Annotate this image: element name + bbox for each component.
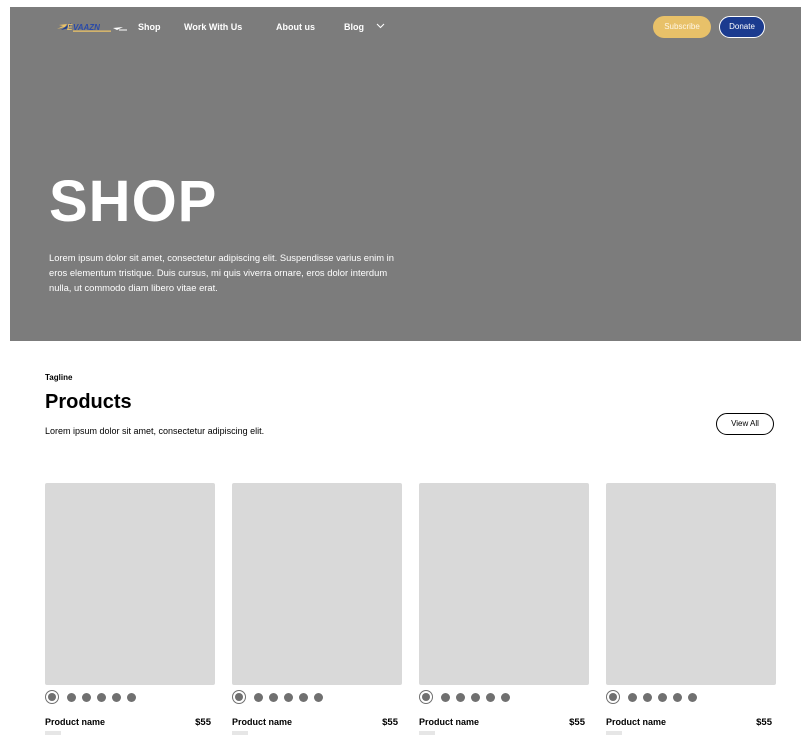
swatch[interactable] <box>643 693 652 702</box>
swatch[interactable] <box>269 693 278 702</box>
product-name[interactable]: Product name <box>45 717 105 727</box>
product-variant-text <box>45 731 61 735</box>
brand-logo[interactable]: E VAAZN <box>57 20 129 32</box>
product-name[interactable]: Product name <box>232 717 292 727</box>
hero-section: E VAAZN Shop Work With Us About us Blog … <box>10 7 801 341</box>
hero-description: Lorem ipsum dolor sit amet, consectetur … <box>49 252 394 293</box>
swatch[interactable] <box>628 693 637 702</box>
swatch[interactable] <box>82 693 91 702</box>
browser-frame: E VAAZN Shop Work With Us About us Blog … <box>0 0 801 737</box>
swatch[interactable] <box>471 693 480 702</box>
swatch-selected[interactable] <box>419 690 433 704</box>
top-navbar: E VAAZN Shop Work With Us About us Blog … <box>10 7 801 47</box>
swatch[interactable] <box>486 693 495 702</box>
product-name[interactable]: Product name <box>419 717 479 727</box>
subscribe-button[interactable]: Subscribe <box>653 16 711 38</box>
donate-button[interactable]: Donate <box>719 16 765 38</box>
nav-link-shop[interactable]: Shop <box>138 22 161 32</box>
nav-link-about-us[interactable]: About us <box>276 22 315 32</box>
color-swatches <box>419 690 589 706</box>
color-swatches <box>232 690 402 706</box>
swatch-selected[interactable] <box>45 690 59 704</box>
products-heading: Products <box>45 391 132 413</box>
product-card[interactable]: Product name $55 <box>606 483 776 737</box>
swatch[interactable] <box>501 693 510 702</box>
view-all-button[interactable]: View All <box>716 413 774 435</box>
product-image[interactable] <box>606 483 776 685</box>
swatch[interactable] <box>299 693 308 702</box>
swatch[interactable] <box>97 693 106 702</box>
nav-link-work-with-us[interactable]: Work With Us <box>184 22 242 32</box>
nav-link-blog[interactable]: Blog <box>344 22 364 32</box>
product-variant-text <box>419 731 435 735</box>
brand-logo-icon: E VAAZN <box>57 23 127 32</box>
swatch[interactable] <box>314 693 323 702</box>
product-price: $55 <box>756 717 772 728</box>
swatch[interactable] <box>441 693 450 702</box>
swatch[interactable] <box>673 693 682 702</box>
swatch[interactable] <box>254 693 263 702</box>
swatch[interactable] <box>67 693 76 702</box>
swatch[interactable] <box>284 693 293 702</box>
hero-title: SHOP <box>49 169 218 234</box>
chevron-down-icon[interactable] <box>376 21 385 30</box>
product-card[interactable]: Product name $55 <box>419 483 589 737</box>
product-name[interactable]: Product name <box>606 717 666 727</box>
color-swatches <box>45 690 215 706</box>
product-variant-text <box>232 731 248 735</box>
swatch[interactable] <box>688 693 697 702</box>
swatch-selected[interactable] <box>606 690 620 704</box>
product-price: $55 <box>195 717 211 728</box>
products-tagline: Tagline <box>45 373 73 382</box>
swatch[interactable] <box>112 693 121 702</box>
page: E VAAZN Shop Work With Us About us Blog … <box>10 7 801 737</box>
products-description: Lorem ipsum dolor sit amet, consectetur … <box>45 426 265 436</box>
product-price: $55 <box>569 717 585 728</box>
product-price: $55 <box>382 717 398 728</box>
swatch[interactable] <box>456 693 465 702</box>
swatch[interactable] <box>658 693 667 702</box>
product-card[interactable]: Product name $55 <box>232 483 402 737</box>
product-image[interactable] <box>45 483 215 685</box>
swatch-selected[interactable] <box>232 690 246 704</box>
product-image[interactable] <box>232 483 402 685</box>
product-variant-text <box>606 731 622 735</box>
color-swatches <box>606 690 776 706</box>
product-image[interactable] <box>419 483 589 685</box>
product-card[interactable]: Product name $55 <box>45 483 215 737</box>
swatch[interactable] <box>127 693 136 702</box>
